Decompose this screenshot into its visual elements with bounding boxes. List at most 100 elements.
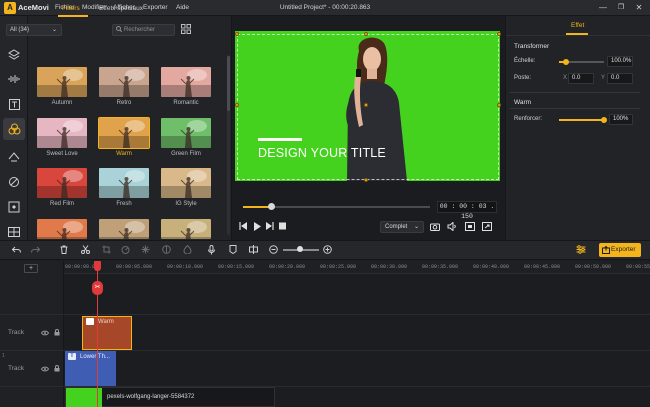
filters-scrollbar-thumb[interactable] — [227, 56, 230, 111]
filter-thumbnail[interactable] — [37, 168, 87, 198]
maximize-button[interactable]: ❐ — [612, 2, 630, 14]
ruler-tick-label: 00:00:50.000 — [575, 264, 612, 270]
filter-thumbnail[interactable] — [37, 118, 87, 148]
chevron-down-icon: ⌄ — [51, 27, 57, 33]
filters-icon[interactable] — [3, 118, 25, 140]
next-frame-icon[interactable] — [265, 222, 274, 232]
zoom-out-icon[interactable] — [268, 244, 279, 255]
divider — [510, 108, 640, 109]
app-logo: A — [4, 2, 16, 14]
filter-thumbnail[interactable] — [99, 168, 149, 198]
playback-progress-knob[interactable] — [268, 203, 275, 210]
playhead-handle[interactable] — [94, 261, 101, 271]
resize-handle[interactable] — [364, 178, 368, 182]
overlays-icon[interactable] — [3, 171, 25, 193]
marker-icon[interactable] — [227, 244, 238, 255]
ruler-tick-label: 00:00:05.000 — [116, 264, 153, 270]
undo-icon[interactable] — [11, 244, 22, 255]
filter-preview-image — [37, 118, 87, 148]
search-icon — [116, 26, 123, 36]
freeze-icon[interactable] — [140, 244, 151, 255]
strength-value-field[interactable]: 100% — [609, 114, 633, 125]
text-icon[interactable] — [3, 93, 25, 115]
resize-handle[interactable] — [497, 32, 501, 36]
delete-icon[interactable] — [58, 244, 69, 255]
divider — [506, 35, 650, 36]
filter-label: Warm — [116, 151, 132, 157]
screen-ratio-icon[interactable] — [465, 222, 475, 233]
position-y-field[interactable]: 0.0 — [607, 73, 633, 84]
ruler-tick-label: 00:00:10.000 — [167, 264, 204, 270]
filter-preview-image — [99, 219, 149, 239]
ruler-tick-label: 00:00:55.000 — [626, 264, 650, 270]
audio-icon[interactable] — [3, 68, 25, 90]
divider — [510, 92, 640, 93]
transitions-icon[interactable] — [3, 145, 25, 167]
overlay-title-text[interactable]: DESIGN YOUR TITLE — [258, 146, 386, 160]
elements-icon[interactable] — [3, 196, 25, 218]
add-track-button[interactable]: + — [24, 264, 38, 273]
track-label: Track — [8, 365, 25, 372]
redo-icon[interactable] — [30, 244, 41, 255]
play-icon[interactable] — [253, 222, 261, 233]
tab-effect[interactable]: Effet — [571, 22, 584, 29]
ruler-tick-label: 00:00:15.000 — [218, 264, 255, 270]
menu-export[interactable]: Exporter — [143, 4, 168, 11]
resize-handle[interactable] — [497, 103, 501, 107]
category-select[interactable]: All (34) ⌄ — [6, 24, 62, 36]
stop-icon[interactable] — [279, 222, 286, 232]
cut-icon[interactable] — [80, 244, 91, 255]
position-label: Poste: — [514, 75, 532, 81]
position-x-field[interactable]: 0.0 — [568, 73, 594, 84]
snapshot-icon[interactable] — [430, 222, 440, 233]
eye-icon[interactable] — [40, 366, 50, 372]
transform-heading: Transformer — [514, 43, 550, 50]
zoom-in-icon[interactable] — [322, 244, 333, 255]
filter-search-input[interactable]: Rechercher — [112, 24, 175, 36]
filter-thumbnail[interactable] — [98, 117, 150, 149]
menu-help[interactable]: Aide — [176, 4, 189, 11]
filter-preview-image — [37, 168, 87, 198]
quality-select[interactable]: Complet ⌄ — [380, 221, 424, 233]
split-icon[interactable] — [248, 244, 259, 255]
tab-special-effects[interactable]: Effets spéciaux — [99, 5, 143, 12]
filter-thumbnail[interactable] — [37, 219, 87, 239]
scale-value-field[interactable]: 100.0% — [607, 56, 633, 67]
lock-icon[interactable] — [54, 365, 60, 372]
resize-handle[interactable] — [235, 32, 239, 36]
tab-filters[interactable]: Filters — [62, 5, 80, 12]
speed-icon[interactable] — [120, 244, 131, 255]
strength-slider-knob[interactable] — [601, 116, 607, 123]
filter-thumbnail[interactable] — [99, 219, 149, 239]
filter-thumbnail[interactable] — [99, 67, 149, 97]
resize-handle[interactable] — [235, 103, 239, 107]
grid-view-icon[interactable] — [181, 24, 193, 36]
scale-slider-knob[interactable] — [563, 58, 569, 65]
crop-icon[interactable] — [101, 244, 112, 255]
fullscreen-icon[interactable] — [482, 222, 492, 233]
filter-thumbnail[interactable] — [161, 118, 211, 148]
split-at-playhead-icon[interactable]: ✂ — [92, 281, 103, 295]
export-button[interactable]: Exporter — [599, 243, 641, 257]
filter-thumbnail[interactable] — [161, 219, 211, 239]
settings-icon[interactable] — [575, 244, 586, 255]
export-label: Exporter — [611, 246, 636, 253]
minimize-button[interactable]: — — [594, 2, 612, 14]
mask-icon[interactable] — [161, 244, 172, 255]
filter-thumbnail[interactable] — [37, 67, 87, 97]
layers-icon[interactable] — [3, 44, 25, 66]
mic-icon[interactable] — [206, 244, 217, 255]
filter-thumbnail[interactable] — [161, 67, 211, 97]
resize-handle[interactable] — [364, 32, 368, 36]
scale-label: Échelle: — [514, 58, 536, 64]
volume-icon[interactable] — [447, 221, 457, 233]
close-button[interactable]: ✕ — [630, 2, 648, 14]
eye-icon[interactable] — [40, 330, 50, 336]
resize-handle[interactable] — [364, 103, 368, 107]
filter-thumbnail[interactable] — [161, 168, 211, 198]
color-icon[interactable] — [182, 244, 193, 255]
strength-label: Renforcer: — [514, 116, 543, 122]
zoom-slider-knob[interactable] — [297, 246, 303, 252]
lock-icon[interactable] — [54, 329, 60, 336]
previous-frame-icon[interactable] — [239, 222, 248, 232]
